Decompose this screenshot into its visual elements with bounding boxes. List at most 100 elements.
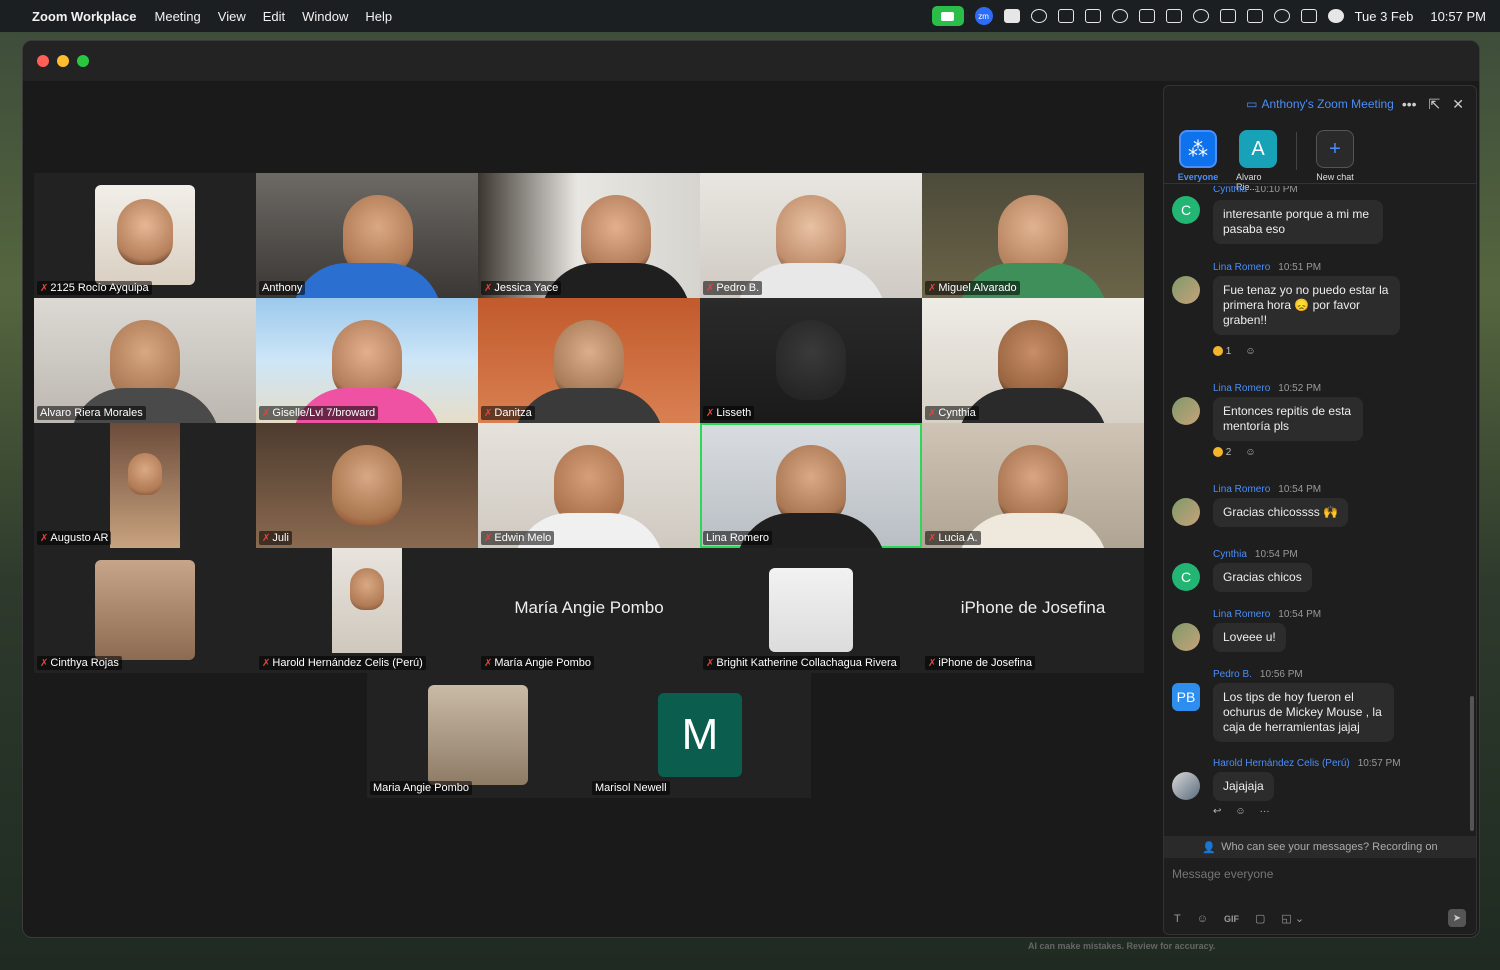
video-tile[interactable]: ✗ Juli <box>256 423 478 548</box>
app-menu[interactable]: Zoom Workplace <box>32 9 137 24</box>
message-input[interactable] <box>1172 864 1462 884</box>
menu-meeting[interactable]: Meeting <box>155 9 201 24</box>
menu-help[interactable]: Help <box>365 9 392 24</box>
video-tile[interactable]: ✗ Jessica Yace <box>478 173 700 298</box>
sender-name[interactable]: Lina Romero <box>1213 609 1270 620</box>
menubar-time[interactable]: 10:57 PM <box>1430 9 1486 24</box>
video-tile[interactable]: ✗ Giselle/Lvl 7/broward <box>256 298 478 423</box>
wifi-off-icon[interactable] <box>1246 9 1263 23</box>
play-icon[interactable] <box>1192 9 1209 23</box>
search-icon[interactable] <box>1273 9 1290 23</box>
avatar[interactable] <box>1172 772 1200 800</box>
message-text[interactable]: Fue tenaz yo no puedo estar la primera h… <box>1213 276 1400 335</box>
more-icon[interactable]: ··· <box>1260 806 1270 817</box>
avatar[interactable]: C <box>1172 563 1200 591</box>
menubar-date[interactable]: Tue 3 Feb <box>1355 9 1414 24</box>
participant-name: ✗ Danitza <box>481 406 535 420</box>
sender-name[interactable]: Lina Romero <box>1213 383 1270 394</box>
more-options-icon[interactable]: ••• <box>1402 96 1417 113</box>
video-tile[interactable]: iPhone de Josefina ✗ iPhone de Josefina <box>922 548 1144 673</box>
send-icon[interactable]: ➤ <box>1448 909 1466 927</box>
emoji-icon[interactable]: ☺ <box>1197 913 1208 925</box>
video-icon[interactable] <box>1084 9 1101 23</box>
sender-name[interactable]: Lina Romero <box>1213 484 1270 495</box>
keyboard-icon[interactable] <box>1165 9 1182 23</box>
video-tile[interactable]: ✗ Edwin Melo <box>478 423 700 548</box>
video-tile[interactable]: Anthony <box>256 173 478 298</box>
add-reaction-icon[interactable]: ☺ <box>1235 806 1245 817</box>
file-icon[interactable]: ▢ <box>1255 912 1265 925</box>
muted-mic-icon: ✗ <box>40 282 49 294</box>
video-tile[interactable]: ✗ Lucia A. <box>922 423 1144 548</box>
video-tile[interactable]: ✗ Harold Hernández Celis (Perú) <box>256 548 478 673</box>
extension-icon[interactable] <box>1003 9 1020 23</box>
message-text[interactable]: Entonces repitis de esta mentoría pls <box>1213 397 1363 441</box>
format-text-icon[interactable]: T <box>1174 913 1181 925</box>
close-window-button[interactable] <box>37 55 49 67</box>
zoom-camera-status-icon[interactable] <box>931 6 964 26</box>
avatar[interactable] <box>1172 498 1200 526</box>
tab-everyone[interactable]: ⁂ Everyone <box>1176 130 1220 182</box>
video-tile[interactable]: ✗ Lisseth <box>700 298 922 423</box>
menu-edit[interactable]: Edit <box>263 9 285 24</box>
control-center-icon[interactable] <box>1300 9 1317 23</box>
fullscreen-window-button[interactable] <box>77 55 89 67</box>
video-tile-active-speaker[interactable]: Lina Romero <box>700 423 922 548</box>
video-tile[interactable]: ✗ Brighit Katherine Collachagua Rivera <box>700 548 922 673</box>
moon-icon[interactable] <box>1111 9 1128 23</box>
participant-name: Maria Angie Pombo <box>370 781 472 795</box>
gif-button[interactable]: GIF <box>1224 914 1239 924</box>
muted-mic-icon: ✗ <box>484 532 493 544</box>
avatar[interactable] <box>1172 623 1200 651</box>
minimize-window-button[interactable] <box>57 55 69 67</box>
video-tile[interactable]: María Angie Pombo ✗ María Angie Pombo <box>478 548 700 673</box>
reply-icon[interactable]: ↩ <box>1213 806 1221 817</box>
sender-name[interactable]: Cynthia <box>1213 186 1247 195</box>
video-tile[interactable]: ✗ Pedro B. <box>700 173 922 298</box>
video-tile[interactable]: ✗ Miguel Alvarado <box>922 173 1144 298</box>
menu-window[interactable]: Window <box>302 9 348 24</box>
avatar[interactable]: PB <box>1172 683 1200 711</box>
new-chat-button[interactable]: + New chat <box>1313 130 1357 182</box>
sender-name[interactable]: Harold Hernández Celis (Perú) <box>1213 758 1350 769</box>
video-tile[interactable]: Maria Angie Pombo <box>367 673 589 798</box>
visibility-note[interactable]: 👤 Who can see your messages? Recording o… <box>1164 836 1476 858</box>
video-tile[interactable]: ✗ Augusto AR <box>34 423 256 548</box>
video-tile[interactable]: ✗ Cinthya Rojas <box>34 548 256 673</box>
sender-name[interactable]: Pedro B. <box>1213 669 1252 680</box>
message-text[interactable]: Gracias chicos <box>1213 563 1312 592</box>
siri-icon[interactable] <box>1327 9 1344 23</box>
battery-icon[interactable] <box>1219 9 1236 23</box>
avatar[interactable]: C <box>1172 196 1200 224</box>
reaction-badge[interactable]: 1 <box>1213 346 1231 357</box>
accessibility-icon[interactable] <box>1138 9 1155 23</box>
message-text[interactable]: Loveee u! <box>1213 623 1286 652</box>
video-tile[interactable]: M Marisol Newell <box>589 673 811 798</box>
reaction-badge[interactable]: 2 <box>1213 447 1231 458</box>
pop-out-icon[interactable]: ⇱ <box>1429 96 1441 113</box>
sender-name[interactable]: Cynthia <box>1213 549 1247 560</box>
participant-photo <box>428 685 528 785</box>
avatar[interactable] <box>1172 276 1200 304</box>
tab-alvaro[interactable]: A Alvaro Rie... <box>1236 130 1280 192</box>
spotify-icon[interactable] <box>1030 9 1047 23</box>
add-reaction-icon[interactable]: ☺ <box>1245 346 1255 357</box>
video-tile[interactable]: Alvaro Riera Morales <box>34 298 256 423</box>
screenshot-icon[interactable]: ◱ ⌄ <box>1281 912 1304 925</box>
message-text[interactable]: Gracias chicossss 🙌 <box>1213 498 1348 527</box>
zoom-status-icon[interactable]: zm <box>974 7 993 25</box>
video-tile[interactable]: ✗ Danitza <box>478 298 700 423</box>
menu-view[interactable]: View <box>218 9 246 24</box>
video-tile[interactable]: ✗ 2125 Rocío Ayquipa <box>34 173 256 298</box>
sender-name[interactable]: Lina Romero <box>1213 262 1270 273</box>
close-icon[interactable]: ✕ <box>1452 96 1464 113</box>
chat-title[interactable]: Anthony's Zoom Meeting <box>1261 97 1393 111</box>
avatar[interactable] <box>1172 397 1200 425</box>
video-tile[interactable]: ✗ Cynthia <box>922 298 1144 423</box>
chat-scrollbar[interactable] <box>1470 696 1474 831</box>
message-text[interactable]: interesante porque a mi me pasaba eso <box>1213 200 1383 244</box>
message-text[interactable]: Los tips de hoy fueron el ochurus de Mic… <box>1213 683 1394 742</box>
message-text[interactable]: Jajajaja <box>1213 772 1274 801</box>
add-reaction-icon[interactable]: ☺ <box>1245 447 1255 458</box>
display-icon[interactable] <box>1057 9 1074 23</box>
